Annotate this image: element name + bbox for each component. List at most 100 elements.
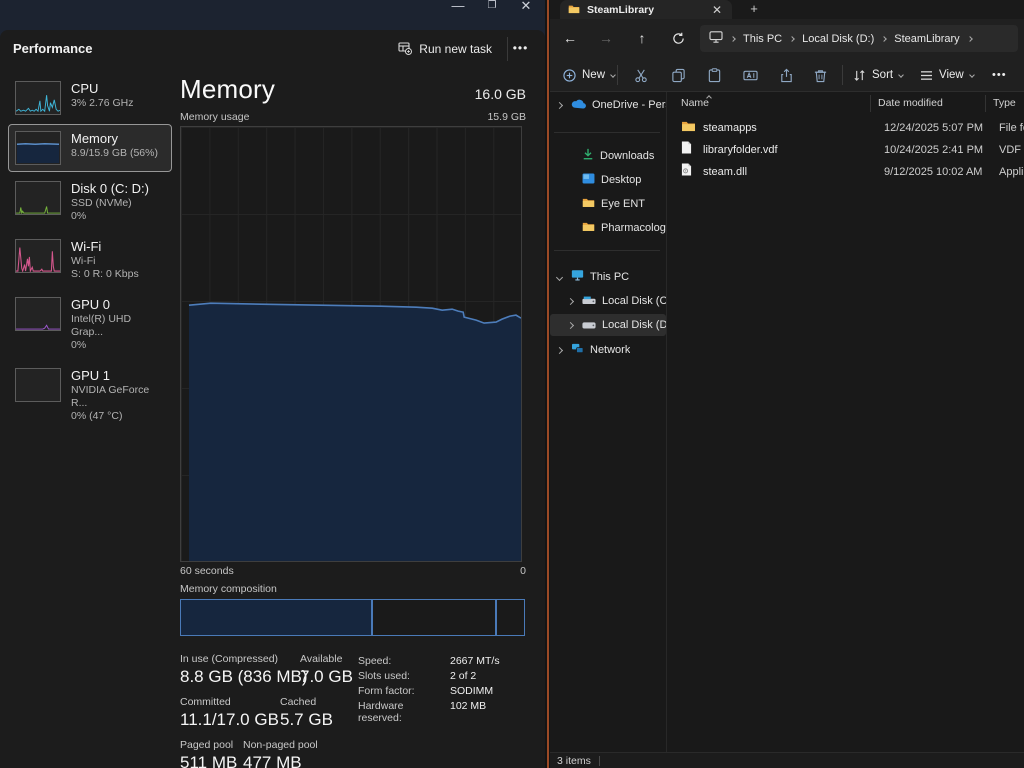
cut-icon[interactable]: [629, 65, 653, 85]
memory-composition-bar[interactable]: [180, 599, 525, 636]
committed-label: Committed: [180, 696, 280, 708]
paste-icon[interactable]: [702, 65, 726, 85]
sidebar-item-wifi[interactable]: Wi-Fi Wi-Fi S: 0 R: 0 Kbps: [8, 232, 172, 288]
tab-steamlibrary[interactable]: SteamLibrary ✕: [560, 0, 732, 19]
run-new-task-button[interactable]: Run new task: [390, 37, 500, 61]
sidebar-item-disk0[interactable]: Disk 0 (C: D:) SSD (NVMe) 0%: [8, 174, 172, 230]
file-name: libraryfolder.vdf: [703, 144, 778, 156]
dll-file-icon: [681, 163, 697, 181]
toolbar-more-button[interactable]: •••: [992, 63, 1007, 87]
cpu-mini-graph: [15, 81, 61, 115]
slots-used-value: 2 of 2: [450, 670, 476, 682]
sidebar-item-local-disk-c[interactable]: Local Disk (C:): [550, 290, 666, 312]
new-button-label: New: [582, 69, 605, 81]
tab-close-icon[interactable]: ✕: [710, 3, 724, 17]
sidebar-item-cpu[interactable]: CPU 3% 2.76 GHz: [8, 74, 172, 122]
sidebar-item-title: CPU: [71, 81, 133, 97]
delete-icon[interactable]: [808, 65, 832, 85]
sidebar-item-memory[interactable]: Memory 8.9/15.9 GB (56%): [8, 124, 172, 172]
sidebar-item-downloads[interactable]: Downloads: [550, 145, 666, 167]
nonpaged-pool-label: Non-paged pool: [243, 739, 318, 751]
memory-usage-graph[interactable]: [180, 126, 522, 562]
wifi-mini-graph: [15, 239, 61, 273]
sidebar-item-detail: SSD (NVMe): [71, 197, 149, 210]
column-header-type[interactable]: Type: [993, 92, 1016, 115]
share-icon[interactable]: [774, 65, 798, 85]
file-name: steamapps: [703, 122, 757, 134]
explorer-navbar: ← → ↑ This PC Local Disk (D:) SteamLibra…: [545, 19, 1024, 58]
file-icon: [681, 141, 697, 159]
chevron-down-icon: [898, 72, 904, 78]
slots-used-label: Slots used:: [358, 670, 450, 682]
task-manager-titlebar[interactable]: — ❐ ✕: [0, 0, 545, 30]
desktop-screen: — ❐ ✕ Performance Run new task •••: [0, 0, 1024, 768]
column-divider[interactable]: [870, 95, 871, 112]
column-header-date[interactable]: Date modified: [878, 92, 943, 115]
sidebar-item-detail2: 0%: [71, 339, 165, 352]
file-type: File folder: [999, 122, 1024, 134]
breadcrumb-this-pc[interactable]: This PC: [743, 33, 782, 45]
sidebar-item-local-disk-d[interactable]: Local Disk (D:): [550, 314, 666, 336]
column-header-name[interactable]: Name: [681, 92, 709, 115]
chevron-down-icon: [969, 72, 975, 78]
gpu1-mini-graph: [15, 368, 61, 402]
new-tab-button[interactable]: +: [743, 0, 765, 19]
refresh-button[interactable]: [665, 26, 691, 52]
sidebar-item-eye-ent[interactable]: Eye ENT: [550, 193, 666, 215]
sidebar-item-network[interactable]: Network: [550, 339, 666, 361]
cached-value: 5.7 GB: [280, 710, 333, 730]
sidebar-item-desktop[interactable]: Desktop: [550, 169, 666, 191]
sidebar-item-detail: Wi-Fi: [71, 255, 139, 268]
sidebar-item-gpu1[interactable]: GPU 1 NVIDIA GeForce R... 0% (47 °C): [8, 361, 172, 430]
form-factor-label: Form factor:: [358, 685, 450, 697]
sidebar-divider: [554, 250, 660, 251]
breadcrumb[interactable]: This PC Local Disk (D:) SteamLibrary: [700, 25, 1018, 52]
file-row-libraryfolder[interactable]: libraryfolder.vdf 10/24/2025 2:41 PM VDF…: [673, 139, 1024, 161]
desktop-icon: [582, 171, 595, 189]
back-button[interactable]: ←: [557, 26, 583, 52]
memory-mini-graph: [15, 131, 61, 165]
file-row-steamapps[interactable]: steamapps 12/24/2025 5:07 PM File folder: [673, 117, 1024, 139]
maximize-button[interactable]: ❐: [477, 0, 507, 18]
sort-button-label: Sort: [872, 69, 893, 81]
sidebar-item-detail2: S: 0 R: 0 Kbps: [71, 268, 139, 281]
copy-icon[interactable]: [666, 65, 690, 85]
file-date: 10/24/2025 2:41 PM: [884, 144, 983, 156]
breadcrumb-local-disk-d[interactable]: Local Disk (D:): [802, 33, 874, 45]
sort-button[interactable]: Sort: [853, 63, 903, 87]
folder-icon: [681, 119, 697, 137]
sidebar-item-label: Eye ENT: [601, 198, 645, 210]
composition-in-use-segment: [181, 600, 373, 635]
breadcrumb-steamlibrary[interactable]: SteamLibrary: [894, 33, 959, 45]
sidebar-item-onedrive[interactable]: OneDrive - Persona: [550, 94, 666, 116]
form-factor-value: SODIMM: [450, 685, 493, 697]
sidebar-item-title: Wi-Fi: [71, 239, 139, 255]
more-options-button[interactable]: •••: [507, 37, 533, 61]
speed-label: Speed:: [358, 655, 450, 667]
toolbar-divider: [842, 65, 843, 85]
sidebar-item-label: Pharmacology: [601, 222, 666, 234]
sidebar-item-detail: 3% 2.76 GHz: [71, 97, 133, 110]
sidebar-item-this-pc[interactable]: This PC: [550, 266, 666, 288]
up-button[interactable]: ↑: [629, 26, 655, 52]
window-edge: [545, 0, 550, 768]
view-button[interactable]: View: [920, 63, 974, 87]
chevron-right-icon: [881, 36, 887, 42]
memory-usage-max: 15.9 GB: [487, 111, 526, 123]
minimize-button[interactable]: —: [443, 0, 473, 18]
rename-icon[interactable]: [738, 65, 762, 85]
sidebar-item-gpu0[interactable]: GPU 0 Intel(R) UHD Grap... 0%: [8, 290, 172, 359]
available-value: 7.0 GB: [300, 667, 353, 687]
sidebar-item-label: This PC: [590, 271, 629, 283]
new-button[interactable]: New: [557, 63, 621, 87]
page-title: Performance: [13, 41, 92, 56]
sidebar-item-detail: Intel(R) UHD Grap...: [71, 313, 165, 339]
sidebar-item-pharmacology[interactable]: Pharmacology: [550, 217, 666, 239]
chevron-right-icon: [556, 101, 563, 108]
explorer-statusbar: 3 items: [545, 752, 1024, 768]
column-divider[interactable]: [985, 95, 986, 112]
forward-button[interactable]: →: [593, 26, 619, 52]
file-row-steam-dll[interactable]: steam.dll 9/12/2025 10:02 AM Application: [673, 161, 1024, 183]
view-button-label: View: [939, 69, 964, 81]
close-button[interactable]: ✕: [511, 0, 541, 18]
